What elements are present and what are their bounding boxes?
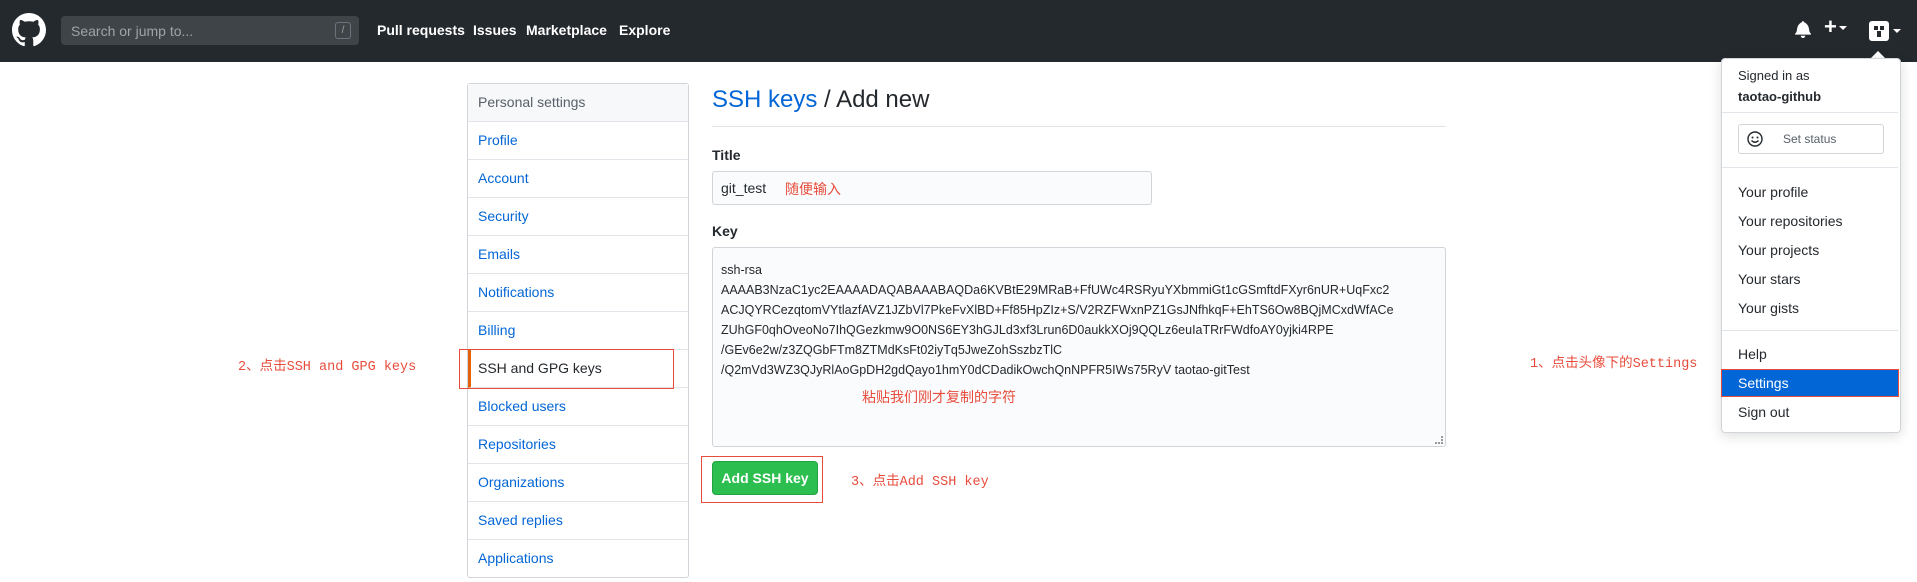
chevron-down-icon (1893, 29, 1901, 33)
user-menu-toggle[interactable] (1869, 21, 1901, 41)
sidebar-item-applications[interactable]: Applications (468, 540, 688, 577)
search-input[interactable] (69, 21, 333, 40)
dropdown-divider (1722, 167, 1898, 168)
key-line: /GEv6e2w/z3ZQGbFTm8ZTMdKsFt02iyTq5JweZoh… (721, 343, 1063, 357)
avatar-glyph-icon (1874, 26, 1884, 37)
key-line: ssh-rsa (721, 263, 762, 277)
smiley-icon (1747, 131, 1763, 147)
username-label: taotao-github (1738, 89, 1822, 104)
top-navbar: / Pull requests Issues Marketplace Explo… (0, 0, 1917, 62)
set-status-label: Set status (1783, 132, 1837, 146)
sidebar-heading: Personal settings (468, 84, 688, 122)
key-line: AAAAB3NzaC1yc2EAAAADAQABAAABAQDa6KVBtE29… (721, 283, 1390, 297)
title-field-value: git_test (721, 180, 767, 196)
breadcrumb-ssh-keys-link[interactable]: SSH keys (712, 86, 817, 113)
menu-your-repositories[interactable]: Your repositories (1738, 213, 1843, 229)
nav-pull-requests[interactable]: Pull requests (377, 22, 465, 38)
sidebar-item-organizations[interactable]: Organizations (468, 464, 688, 502)
menu-sign-out[interactable]: Sign out (1738, 404, 1789, 420)
sidebar-item-billing[interactable]: Billing (468, 312, 688, 350)
menu-your-gists[interactable]: Your gists (1738, 300, 1799, 316)
breadcrumb-separator: / (817, 86, 837, 113)
key-label: Key (712, 223, 738, 239)
menu-settings[interactable]: Settings (1738, 375, 1789, 391)
key-hint-annotation: 粘贴我们刚才复制的字符 (862, 389, 1016, 405)
key-line: ACJQYRCezqtomVYtlazfAVZ1JZbVl7PkeFvXlBD+… (721, 303, 1394, 317)
nav-issues[interactable]: Issues (473, 22, 517, 38)
sidebar-item-saved-replies[interactable]: Saved replies (468, 502, 688, 540)
title-label: Title (712, 147, 741, 163)
add-ssh-key-button[interactable]: Add SSH key (712, 461, 818, 495)
dropdown-divider (1722, 330, 1898, 331)
menu-your-projects[interactable]: Your projects (1738, 242, 1819, 258)
nav-marketplace[interactable]: Marketplace (526, 22, 607, 38)
create-new-menu[interactable]: + (1824, 14, 1847, 39)
key-line: /Q2mVd3WZ3QJyRlAoGpDH2gdQayo1hmY0dCDadik… (721, 363, 1250, 377)
search-shortcut-hint: / (335, 22, 351, 39)
sidebar-item-blocked-users[interactable]: Blocked users (468, 388, 688, 426)
title-hint-annotation: 随便输入 (785, 181, 841, 197)
key-line: ZUhGF0qhOveoNo7IhQGezkmw9O0NS6EY3hGJLd3x… (721, 323, 1334, 337)
step1-annotation: 1、点击头像下的Settings (1530, 357, 1698, 372)
sidebar-item-repositories[interactable]: Repositories (468, 426, 688, 464)
page-title: SSH keys / Add new (712, 86, 929, 114)
github-logo-icon[interactable] (12, 13, 46, 47)
step3-annotation: 3、点击Add SSH key (851, 475, 989, 490)
plus-icon: + (1824, 14, 1837, 39)
set-status-button[interactable]: Set status (1738, 124, 1884, 154)
search-box[interactable]: / (61, 16, 359, 45)
key-textarea[interactable]: ssh-rsa AAAAB3NzaC1yc2EAAAADAQABAAABAQDa… (712, 247, 1446, 447)
sidebar-item-account[interactable]: Account (468, 160, 688, 198)
signed-in-label: Signed in as (1738, 68, 1810, 83)
nav-explore[interactable]: Explore (619, 22, 670, 38)
avatar (1869, 21, 1889, 41)
menu-your-stars[interactable]: Your stars (1738, 271, 1801, 287)
sidebar-item-emails[interactable]: Emails (468, 236, 688, 274)
resize-handle-icon[interactable] (1435, 436, 1443, 444)
menu-your-profile[interactable]: Your profile (1738, 184, 1808, 200)
sidebar-item-notifications[interactable]: Notifications (468, 274, 688, 312)
sidebar-item-security[interactable]: Security (468, 198, 688, 236)
breadcrumb-current: Add new (836, 86, 930, 113)
title-field[interactable]: git_test (712, 171, 1152, 205)
sidebar-item-profile[interactable]: Profile (468, 122, 688, 160)
chevron-down-icon (1838, 26, 1847, 31)
sidebar-highlight-box (459, 349, 674, 389)
dropdown-divider (1722, 112, 1898, 113)
title-divider (712, 126, 1446, 127)
bell-icon[interactable] (1795, 20, 1811, 38)
settings-sidebar: Personal settings Profile Account Securi… (467, 83, 689, 578)
step2-annotation: 2、点击SSH and GPG keys (238, 360, 417, 375)
menu-help[interactable]: Help (1738, 346, 1767, 362)
